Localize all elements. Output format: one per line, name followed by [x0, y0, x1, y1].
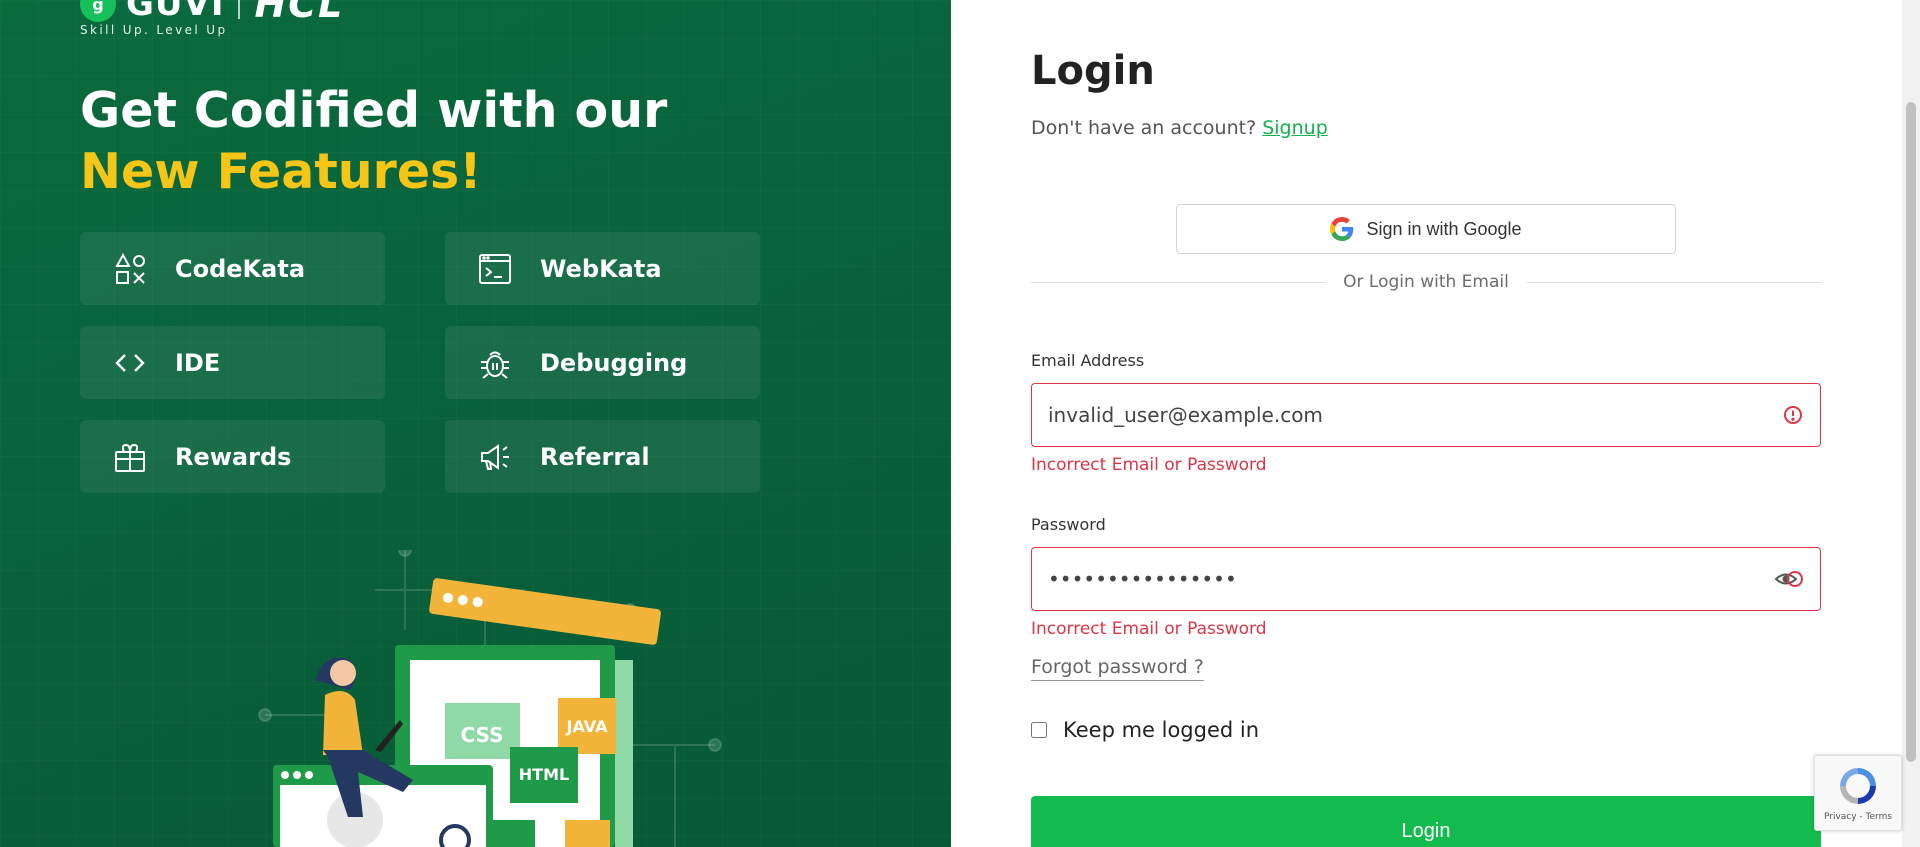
- signup-prompt: Don't have an account? Signup: [1031, 117, 1328, 139]
- recaptcha-badge[interactable]: Privacy - Terms: [1814, 755, 1902, 831]
- email-input[interactable]: [1048, 403, 1782, 427]
- password-label: Password: [1031, 515, 1106, 534]
- google-icon: [1330, 217, 1354, 241]
- headline-accent: New Features!: [80, 143, 482, 200]
- or-divider: Or Login with Email: [1031, 270, 1821, 294]
- feature-grid: CodeKata WebKata IDE Debugging Rewards R…: [80, 232, 762, 493]
- shapes-icon: [115, 252, 145, 284]
- partner-name: HCL: [254, 0, 345, 26]
- recaptcha-icon: [1840, 768, 1876, 804]
- megaphone-icon: [481, 443, 509, 470]
- brand-name: GUVI: [126, 0, 225, 24]
- keep-logged-in-label: Keep me logged in: [1063, 718, 1260, 742]
- divider-line-left: [1031, 281, 1326, 283]
- forgot-password-link[interactable]: Forgot password ?: [1031, 656, 1204, 681]
- gift-box-icon: [115, 443, 145, 472]
- feature-label: CodeKata: [175, 254, 306, 283]
- google-signin-button[interactable]: Sign in with Google: [1176, 204, 1676, 254]
- eye-toggle-icon[interactable]: [1774, 568, 1804, 590]
- feature-referral[interactable]: Referral: [445, 420, 760, 493]
- login-button-label: Login: [1401, 820, 1451, 842]
- email-label: Email Address: [1031, 351, 1145, 370]
- css-label: CSS: [461, 723, 504, 747]
- coding-illustration: CSS JAVA HTML: [258, 550, 722, 847]
- feature-codekata[interactable]: CodeKata: [80, 232, 385, 305]
- divider-text: Or Login with Email: [1343, 272, 1509, 292]
- hero-headline: Get Codified with our New Features!: [80, 80, 780, 202]
- keep-logged-in-checkbox[interactable]: [1031, 722, 1047, 738]
- guvi-logo-icon: g: [80, 0, 116, 22]
- email-error-message: Incorrect Email or Password: [1031, 455, 1267, 475]
- password-error-message: Incorrect Email or Password: [1031, 619, 1267, 639]
- headline-text: Get Codified with our: [80, 82, 668, 139]
- html-label: HTML: [519, 765, 569, 784]
- feature-label: WebKata: [540, 254, 662, 283]
- email-field-wrapper: [1031, 383, 1821, 447]
- recaptcha-links[interactable]: Privacy - Terms: [1824, 812, 1892, 822]
- password-field-wrapper: [1031, 547, 1821, 611]
- feature-label: Rewards: [175, 442, 292, 471]
- feature-rewards[interactable]: Rewards: [80, 420, 385, 493]
- feature-label: Debugging: [540, 348, 688, 377]
- signup-link[interactable]: Signup: [1262, 117, 1328, 139]
- feature-label: Referral: [540, 442, 650, 471]
- google-button-label: Sign in with Google: [1366, 218, 1522, 239]
- java-label: JAVA: [566, 717, 609, 736]
- brand-separator: [238, 0, 241, 19]
- feature-webkata[interactable]: WebKata: [445, 232, 760, 305]
- error-alert-icon: [1784, 406, 1802, 424]
- login-panel: Login Don't have an account? Signup Sign…: [951, 0, 1900, 847]
- page-scrollbar[interactable]: [1902, 0, 1920, 847]
- scrollbar-thumb[interactable]: [1906, 102, 1916, 762]
- login-title: Login: [1031, 48, 1155, 94]
- code-brackets-icon: [115, 353, 145, 372]
- bug-icon: [481, 351, 509, 379]
- no-account-text: Don't have an account?: [1031, 117, 1257, 139]
- feature-label: IDE: [175, 348, 221, 377]
- brand-tagline: Skill Up. Level Up: [80, 23, 228, 37]
- password-input[interactable]: [1048, 567, 1774, 591]
- login-button[interactable]: Login: [1031, 796, 1821, 847]
- feature-debugging[interactable]: Debugging: [445, 326, 760, 399]
- promo-panel: g GUVI HCL Skill Up. Level Up Get Codifi…: [0, 0, 951, 847]
- feature-ide[interactable]: IDE: [80, 326, 385, 399]
- divider-line-right: [1526, 281, 1821, 283]
- terminal-window-icon: [479, 253, 511, 284]
- keep-logged-in-row[interactable]: Keep me logged in: [1031, 718, 1259, 742]
